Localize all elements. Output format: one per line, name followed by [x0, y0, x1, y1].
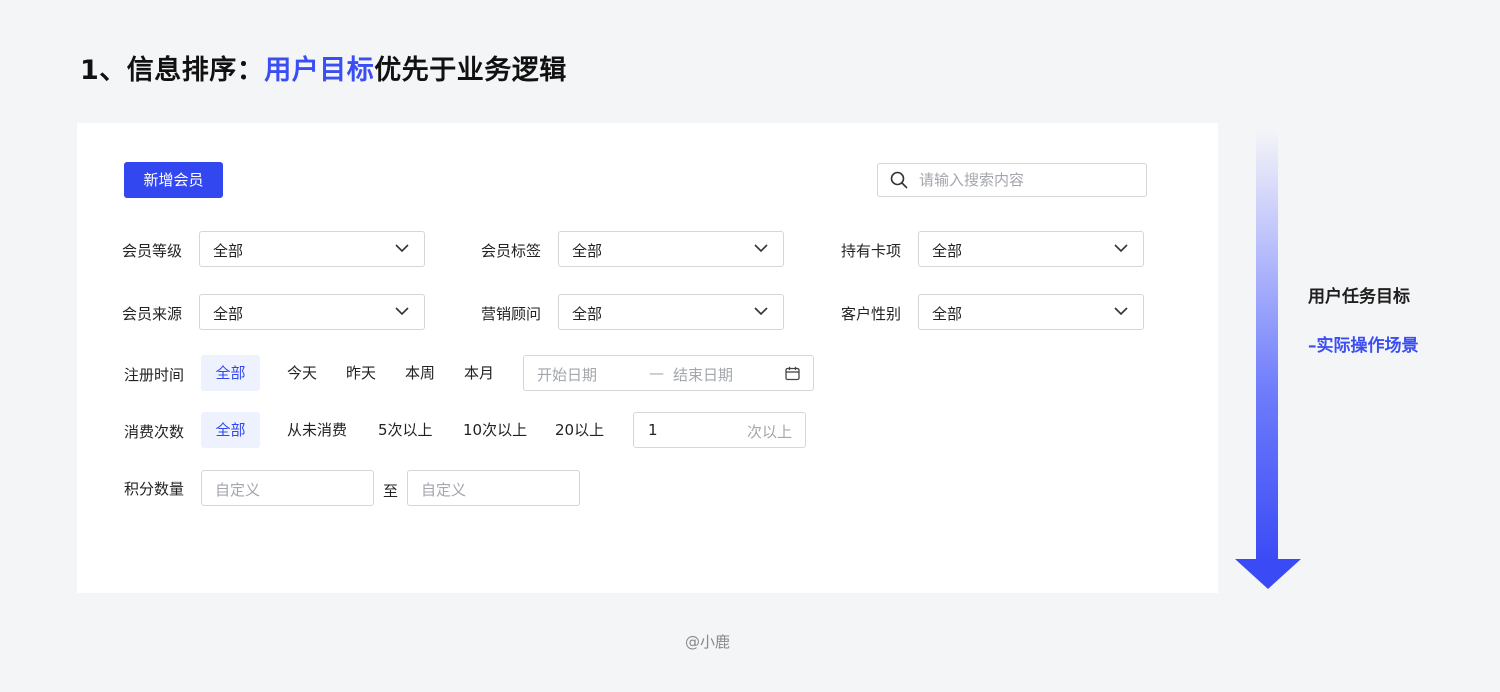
card-items-label: 持有卡项 — [841, 242, 902, 260]
side-subtitle: –实际操作场景 — [1308, 336, 1419, 356]
chevron-down-icon — [1114, 307, 1128, 316]
points-min-placeholder: 自定义 — [215, 481, 261, 499]
sales-advisor-value: 全部 — [572, 305, 603, 323]
page-title-highlight: 用户目标 — [264, 55, 375, 86]
register-time-option-today[interactable]: 今天 — [287, 355, 317, 391]
author-credit: @小鹿 — [685, 633, 731, 651]
end-date-input[interactable]: 结束日期 — [673, 364, 733, 385]
member-source-label: 会员来源 — [122, 305, 183, 323]
search-input[interactable] — [917, 170, 1131, 190]
chevron-down-icon — [395, 307, 409, 316]
member-source-select[interactable]: 全部 — [199, 294, 425, 330]
consume-count-option-20plus[interactable]: 20以上 — [555, 412, 604, 448]
search-icon — [890, 171, 908, 189]
member-tag-select[interactable]: 全部 — [558, 231, 784, 267]
points-range-to-label: 至 — [383, 482, 399, 500]
page-title-prefix: 1、信息排序： — [80, 55, 265, 86]
consume-count-option-5plus[interactable]: 5次以上 — [378, 412, 433, 448]
register-time-option-month[interactable]: 本月 — [464, 355, 494, 391]
register-time-option-yesterday[interactable]: 昨天 — [346, 355, 376, 391]
consume-count-option-never[interactable]: 从未消费 — [287, 412, 347, 448]
page-title-suffix: 优先于业务逻辑 — [374, 55, 567, 86]
calendar-icon — [785, 366, 800, 381]
search-box[interactable] — [877, 163, 1147, 197]
consume-count-option-all[interactable]: 全部 — [201, 412, 260, 448]
chevron-down-icon — [754, 307, 768, 316]
customer-gender-label: 客户性别 — [841, 305, 902, 323]
chevron-down-icon — [395, 244, 409, 253]
member-tag-label: 会员标签 — [481, 242, 542, 260]
arrow-head-icon — [1235, 559, 1301, 589]
member-source-value: 全部 — [213, 305, 244, 323]
member-level-label: 会员等级 — [122, 242, 183, 260]
points-max-input[interactable]: 自定义 — [407, 470, 580, 506]
customer-gender-value: 全部 — [932, 305, 963, 323]
card-items-select[interactable]: 全部 — [918, 231, 1144, 267]
register-time-option-all[interactable]: 全部 — [201, 355, 260, 391]
consume-count-custom-value: 1 — [648, 421, 658, 439]
register-time-label: 注册时间 — [124, 366, 185, 384]
date-separator: — — [649, 364, 664, 382]
add-member-button[interactable]: 新增会员 — [124, 162, 223, 198]
member-filter-panel: 新增会员 会员等级 全部 会员标签 全部 持有卡项 全部 会员来源 全部 营销顾… — [77, 123, 1218, 593]
customer-gender-select[interactable]: 全部 — [918, 294, 1144, 330]
sales-advisor-label: 营销顾问 — [481, 305, 542, 323]
consume-count-label: 消费次数 — [124, 423, 185, 441]
member-tag-value: 全部 — [572, 242, 603, 260]
points-min-input[interactable]: 自定义 — [201, 470, 374, 506]
register-time-option-week[interactable]: 本周 — [405, 355, 435, 391]
sales-advisor-select[interactable]: 全部 — [558, 294, 784, 330]
consume-count-custom-input[interactable]: 1 次以上 — [633, 412, 806, 448]
date-range-picker[interactable]: 开始日期 — 结束日期 — [523, 355, 814, 391]
consume-count-option-10plus[interactable]: 10次以上 — [463, 412, 527, 448]
chevron-down-icon — [1114, 244, 1128, 253]
member-level-value: 全部 — [213, 242, 244, 260]
points-label: 积分数量 — [124, 480, 185, 498]
member-level-select[interactable]: 全部 — [199, 231, 425, 267]
chevron-down-icon — [754, 244, 768, 253]
card-items-value: 全部 — [932, 242, 963, 260]
start-date-input[interactable]: 开始日期 — [537, 364, 597, 385]
arrow-down-icon — [1256, 130, 1278, 562]
points-max-placeholder: 自定义 — [421, 481, 467, 499]
side-title: 用户任务目标 — [1308, 287, 1410, 307]
page-title: 1、信息排序：用户目标优先于业务逻辑 — [80, 48, 567, 87]
consume-count-custom-unit: 次以上 — [746, 423, 792, 441]
